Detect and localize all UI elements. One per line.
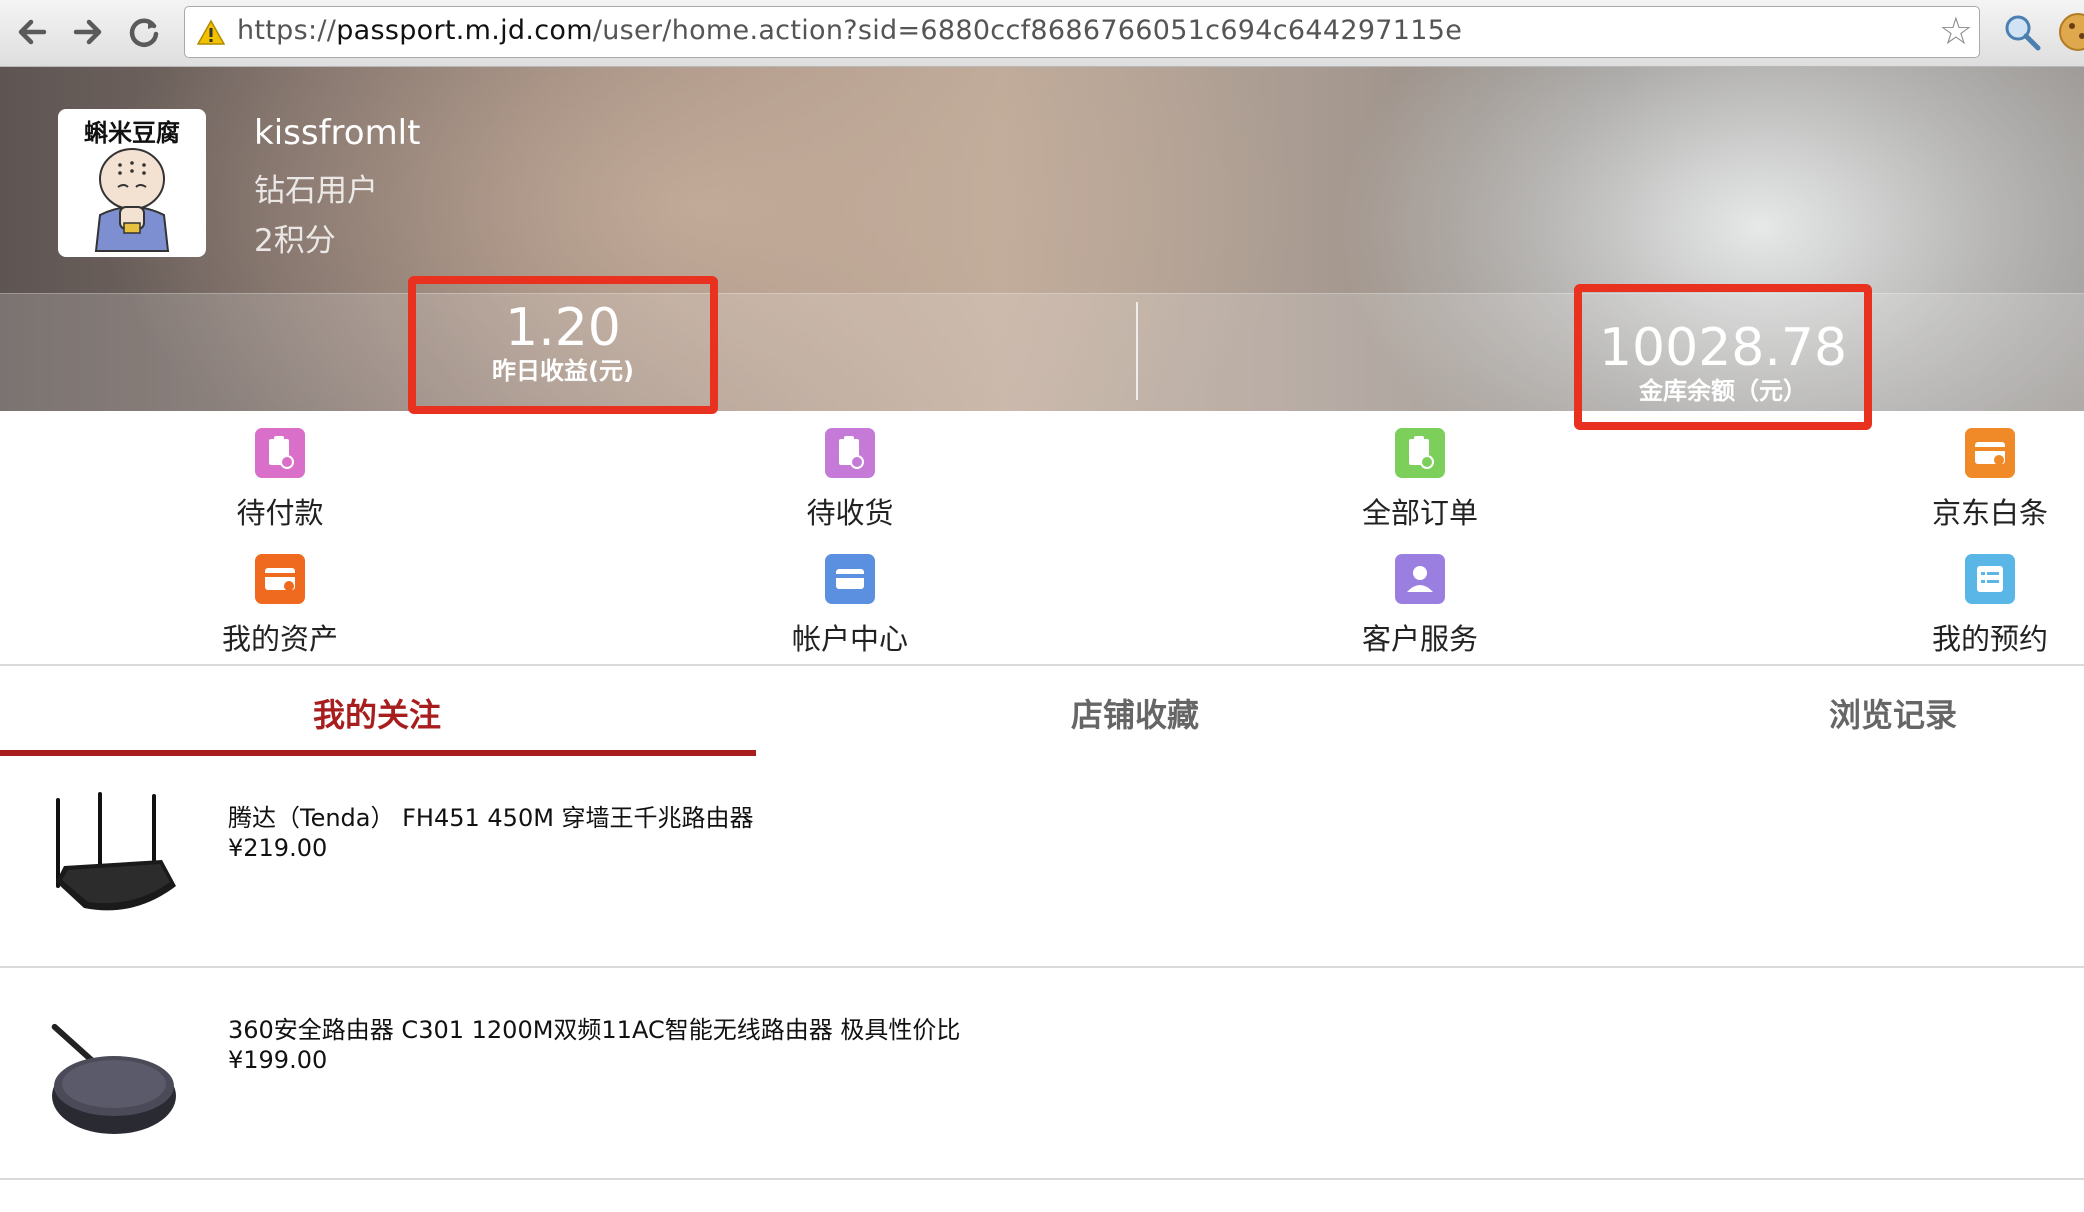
tab-browsing-history[interactable]: 浏览记录 <box>1546 690 2084 754</box>
reload-icon <box>129 18 159 47</box>
url-scheme: https:// <box>237 15 337 46</box>
my-reservations-icon <box>1965 554 2015 604</box>
pending-receipt-icon <box>825 428 875 478</box>
extension-magnifier-icon[interactable] <box>2000 10 2044 54</box>
address-bar[interactable]: https://passport.m.jd.com/user/home.acti… <box>184 6 1980 58</box>
product-title: 腾达（Tenda） FH451 450M 穿墙王千兆路由器 <box>228 804 754 832</box>
menu-my-assets[interactable]: 我的资产 <box>160 554 400 664</box>
menu-label: 全部订单 <box>1361 496 1478 530</box>
section-divider <box>0 664 2084 666</box>
menu-label: 我的预约 <box>1931 622 2048 656</box>
my-assets-icon <box>255 554 305 604</box>
menu-my-reservations[interactable]: 我的预约 <box>1870 554 2084 664</box>
forward-arrow-icon <box>73 19 102 45</box>
extension-cookie-icon[interactable] <box>2056 10 2084 54</box>
avatar[interactable]: 蝌米豆腐 <box>58 109 206 257</box>
browser-toolbar: https://passport.m.jd.com/user/home.acti… <box>0 0 2084 67</box>
vault-balance-label: 金库余额（元） <box>1639 377 1807 405</box>
list-item[interactable]: 腾达（Tenda） FH451 450M 穿墙王千兆路由器 ¥219.00 <box>0 760 2084 970</box>
product-title: 360安全路由器 C301 1200M双频11AC智能无线路由器 极具性价比 <box>228 1016 961 1044</box>
menu-label: 客户服务 <box>1361 622 1478 656</box>
account-center-icon <box>825 554 875 604</box>
tab-store-favorites[interactable]: 店铺收藏 <box>788 690 1482 754</box>
bookmark-star-icon[interactable]: ☆ <box>1939 11 1973 51</box>
router-icon <box>56 792 176 911</box>
menu-account-center[interactable]: 帐户中心 <box>730 554 970 664</box>
vault-balance-box[interactable]: 10028.78 金库余额（元） <box>1574 284 1872 430</box>
url-text: https://passport.m.jd.com/user/home.acti… <box>237 15 1462 46</box>
username: kissfromlt <box>254 113 421 153</box>
stats-divider <box>1136 302 1138 400</box>
list-item[interactable]: 360安全路由器 C301 1200M双频11AC智能无线路由器 极具性价比 ¥… <box>0 972 2084 1182</box>
menu-label: 京东白条 <box>1931 496 2048 530</box>
jd-baitiao-icon <box>1965 428 2015 478</box>
menu-label: 我的资产 <box>221 622 338 656</box>
user-points: 2积分 <box>254 223 336 259</box>
yesterday-earnings-box[interactable]: 1.20 昨日收益(元) <box>408 276 718 414</box>
warning-lock-icon <box>197 19 225 45</box>
active-tab-underline <box>0 750 756 756</box>
tab-my-follows[interactable]: 我的关注 <box>30 690 724 754</box>
user-level: 钻石用户 <box>254 173 378 209</box>
menu-label: 待付款 <box>236 496 324 530</box>
forward-button[interactable] <box>64 8 112 56</box>
all-orders-icon <box>1395 428 1445 478</box>
pending-payment-icon <box>255 428 305 478</box>
yesterday-earnings-value: 1.20 <box>505 298 621 358</box>
back-arrow-icon <box>18 19 47 45</box>
avatar-character-icon <box>94 148 170 252</box>
row-divider <box>0 1178 2084 1180</box>
product-price: ¥199.00 <box>228 1046 328 1074</box>
menu-pending-payment[interactable]: 待付款 <box>160 428 400 538</box>
menu-label: 帐户中心 <box>791 622 908 656</box>
vault-balance-value: 10028.78 <box>1598 318 1848 378</box>
menu-pending-receipt[interactable]: 待收货 <box>730 428 970 538</box>
menu-all-orders[interactable]: 全部订单 <box>1300 428 1540 538</box>
back-button[interactable] <box>8 8 56 56</box>
menu-label: 待收货 <box>806 496 894 530</box>
url-host: passport.m.jd.com <box>336 15 593 46</box>
url-path: /user/home.action?sid=6880ccf8686766051c… <box>592 15 1463 46</box>
customer-service-icon <box>1395 554 1445 604</box>
menu-jd-baitiao[interactable]: 京东白条 <box>1870 428 2084 538</box>
router-icon <box>51 1023 176 1134</box>
reload-button[interactable] <box>120 8 168 56</box>
row-divider <box>0 966 2084 968</box>
yesterday-earnings-label: 昨日收益(元) <box>492 357 634 385</box>
menu-customer-service[interactable]: 客户服务 <box>1300 554 1540 664</box>
product-price: ¥219.00 <box>228 834 328 862</box>
